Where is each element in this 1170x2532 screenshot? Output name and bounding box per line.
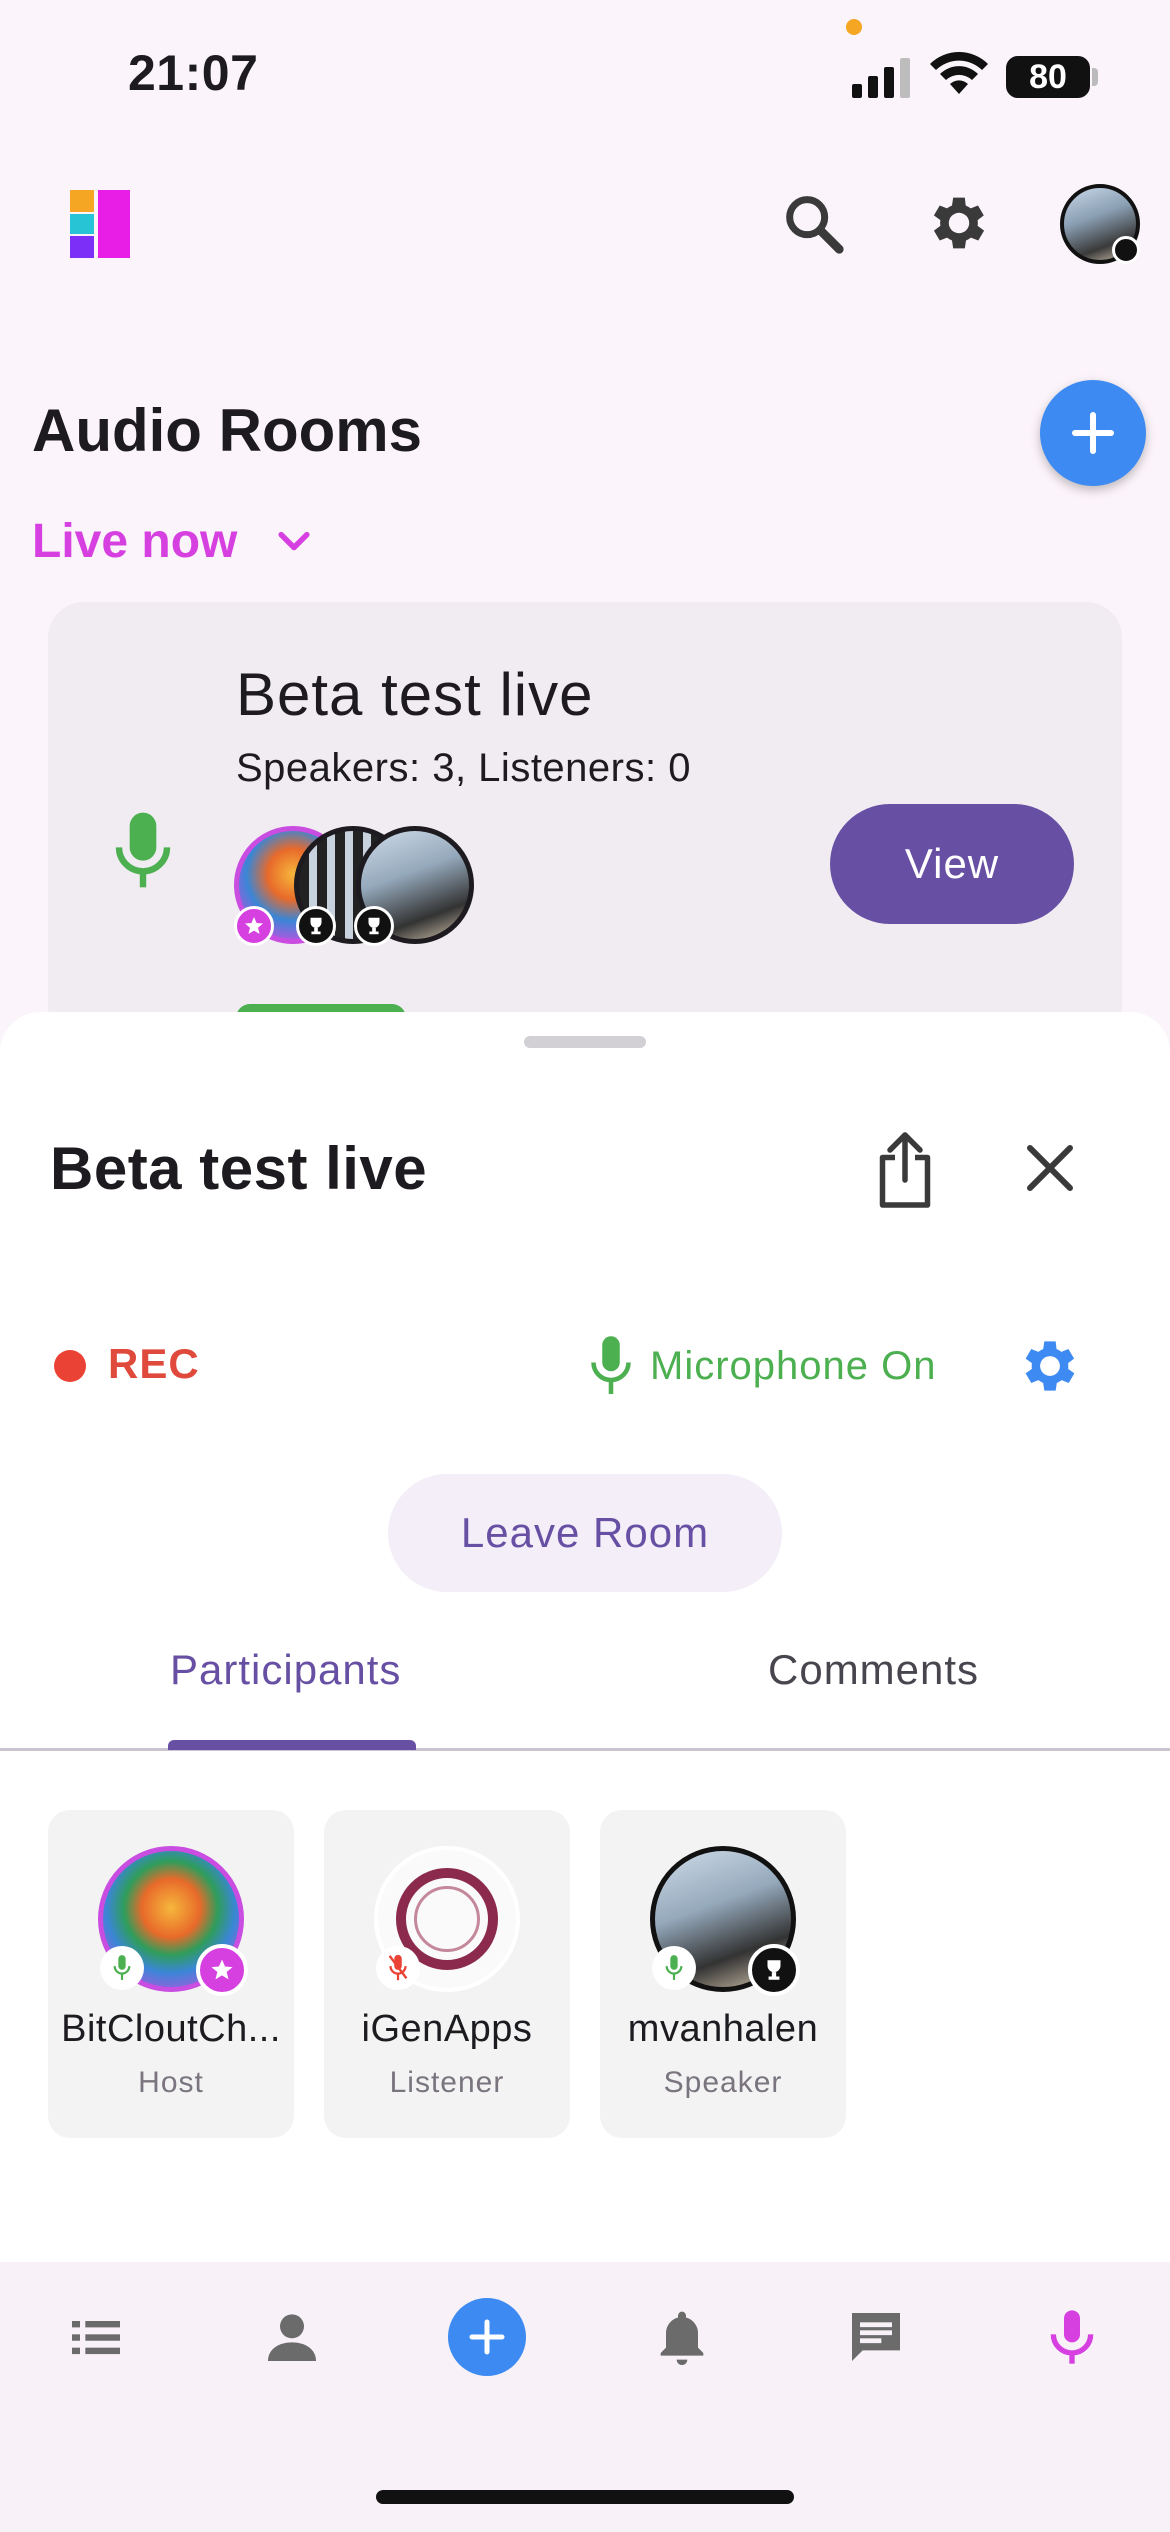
trophy-badge-icon [296, 906, 336, 946]
page-title: Audio Rooms [32, 397, 422, 464]
microphone-toggle[interactable]: Microphone On [650, 1344, 936, 1389]
leave-room-button[interactable]: Leave Room [388, 1474, 782, 1592]
sheet-drag-handle[interactable] [524, 1036, 646, 1048]
trophy-badge-icon [354, 906, 394, 946]
room-stats: Speakers: 3, Listeners: 0 [236, 746, 691, 790]
participant-name: mvanhalen [627, 2008, 819, 2050]
mic-icon [115, 812, 171, 888]
battery-indicator: 80 [1006, 56, 1090, 98]
settings-gear-icon[interactable] [924, 188, 994, 258]
sheet-title: Beta test live [50, 1135, 428, 1202]
plus-icon [1072, 412, 1114, 454]
close-icon[interactable] [1020, 1138, 1080, 1198]
bell-icon[interactable] [650, 2305, 714, 2369]
avatar-ring-graphic [414, 1886, 480, 1952]
create-room-button[interactable] [1040, 380, 1146, 486]
search-icon[interactable] [778, 188, 848, 258]
star-badge-icon [234, 906, 274, 946]
trophy-icon [748, 1944, 800, 1996]
chat-icon[interactable] [844, 2305, 908, 2369]
mic-icon[interactable] [590, 1334, 632, 1398]
participant-role: Speaker [663, 2066, 783, 2099]
app-logo [70, 190, 130, 258]
recording-label: REC [108, 1340, 200, 1387]
view-room-button[interactable]: View [830, 804, 1074, 924]
add-button[interactable] [448, 2298, 526, 2376]
record-dot-icon [54, 1350, 86, 1382]
tab-comments[interactable]: Comments [768, 1646, 979, 1694]
wifi-icon [930, 52, 988, 94]
participant-role: Listener [389, 2066, 505, 2099]
room-title: Beta test live [236, 661, 594, 728]
mic-on-icon [100, 1946, 144, 1990]
list-icon[interactable] [64, 2305, 128, 2369]
avatar-trophy-badge [1112, 236, 1140, 264]
live-filter-dropdown[interactable]: Live now [32, 514, 237, 569]
privacy-indicator-dot [846, 19, 862, 35]
participant-name: iGenApps [361, 2008, 533, 2050]
tab-indicator [168, 1740, 416, 1750]
add-icon [469, 2319, 505, 2355]
mic-muted-icon [376, 1946, 420, 1990]
share-icon[interactable] [870, 1130, 940, 1210]
battery-tip [1092, 68, 1098, 86]
signal-icon [852, 58, 910, 98]
mic-icon[interactable] [1040, 2305, 1104, 2369]
tab-participants[interactable]: Participants [170, 1646, 401, 1694]
home-indicator[interactable] [376, 2490, 794, 2504]
participant-role: Host [138, 2066, 204, 2099]
room-settings-gear-icon[interactable] [1016, 1332, 1084, 1400]
status-time: 21:07 [128, 45, 259, 101]
host-star-icon [196, 1944, 248, 1996]
participant-name: BitCloutCh... [61, 2008, 281, 2050]
profile-icon[interactable] [260, 2305, 324, 2369]
mic-on-icon [652, 1946, 696, 1990]
chevron-down-icon[interactable] [272, 520, 316, 564]
